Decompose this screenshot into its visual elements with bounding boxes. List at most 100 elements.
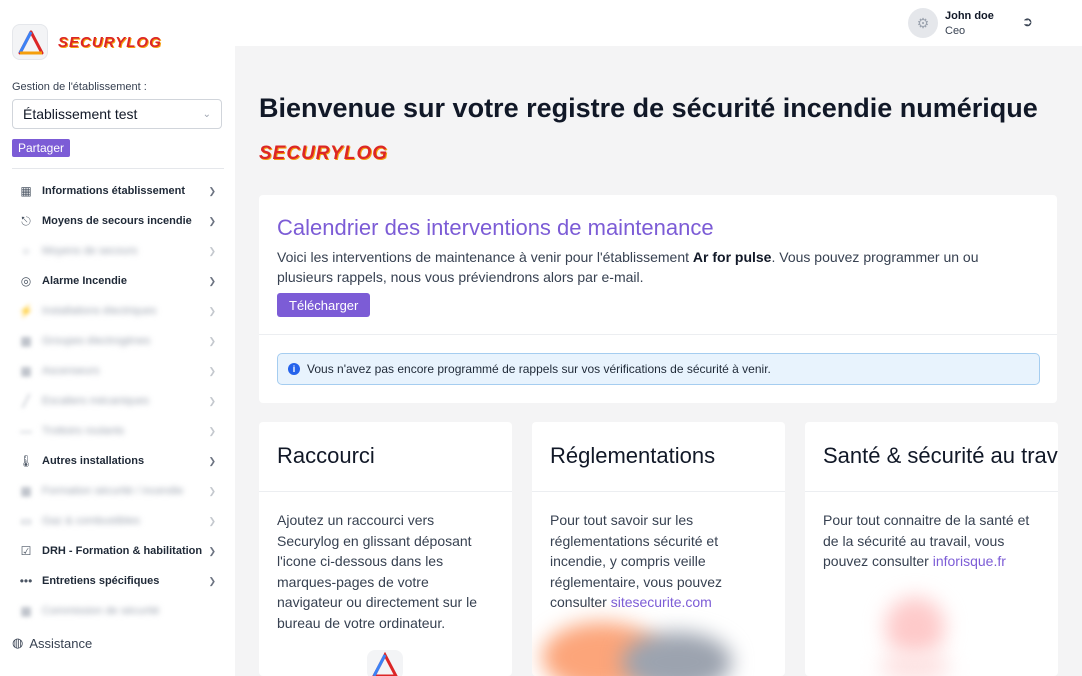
sidebar-item-drh[interactable]: ☑ DRH - Formation & habilitation ❯ — [12, 536, 224, 566]
card-text: Pour tout connaitre de la santé et de la… — [823, 510, 1038, 572]
sidebar-item-electrique[interactable]: ⚡ Installations électriques ❯ — [12, 296, 224, 326]
chevron-down-icon: ❯ — [208, 575, 216, 586]
sidebar-item-commission[interactable]: ▦ Commission de sécurité — [12, 596, 224, 626]
divider — [532, 491, 785, 492]
divider — [805, 491, 1058, 492]
sidebar-item-label: Moyens de secours incendie — [42, 215, 192, 227]
blurred-image — [880, 652, 950, 676]
sidebar-item-label: Installations électriques — [42, 305, 157, 317]
card-title: Réglementations — [550, 443, 716, 468]
chevron-down-icon: ❯ — [208, 425, 216, 436]
calendar-text-before: Voici les interventions de maintenance à… — [277, 249, 693, 265]
sidebar-item-formation[interactable]: ▦ Formation sécurité / incendie ❯ — [12, 476, 224, 506]
divider — [259, 491, 512, 492]
extinguisher-icon: ⎋ — [21, 213, 31, 228]
gas-icon: ▭ — [20, 514, 32, 528]
divider — [259, 334, 1057, 335]
thermometer-icon: 🌡 — [18, 454, 34, 468]
blurred-image — [885, 597, 945, 657]
sidebar-item-label: Informations établissement — [42, 185, 186, 197]
sidebar-item-autres[interactable]: 🌡 Autres installations ❯ — [12, 446, 224, 476]
inforisque-link[interactable]: inforisque.fr — [933, 553, 1006, 569]
chevron-down-icon: ❯ — [208, 245, 216, 256]
calendar-etab-name: Ar for pulse — [692, 249, 772, 265]
sidebar-item-escaliers[interactable]: ╱ Escaliers mécaniques ❯ — [12, 386, 224, 416]
chevron-down-icon: ❯ — [208, 215, 216, 226]
calendar-description: Voici les interventions de maintenance à… — [277, 247, 1027, 287]
assistance-label: Assistance — [29, 635, 93, 651]
chevron-down-icon: ⌄ — [202, 108, 211, 120]
chevron-down-icon: ❯ — [208, 335, 216, 346]
sidebar-item-gaz[interactable]: ▭ Gaz & combustibles ❯ — [12, 506, 224, 536]
sidebar-item-trottoirs[interactable]: — Trottoirs roulants ❯ — [12, 416, 224, 446]
sidebar-item-entretiens[interactable]: ••• Entretiens spécifiques ❯ — [12, 566, 224, 596]
chevron-down-icon: ❯ — [208, 185, 216, 196]
user-role: Ceo — [945, 25, 966, 37]
chevron-down-icon: ❯ — [208, 455, 216, 466]
commission-icon: ▦ — [20, 604, 32, 618]
sidebar-item-label: Commission de sécurité — [42, 605, 160, 617]
bolt-icon: ⚡ — [18, 304, 34, 318]
logout-icon[interactable]: ➲ — [1022, 14, 1033, 30]
logo[interactable]: SECURYLOG — [12, 24, 162, 60]
alert-text: Vous n'avez pas encore programmé de rapp… — [307, 362, 771, 376]
info-alert: i Vous n'avez pas encore programmé de ra… — [277, 353, 1040, 385]
sidebar-item-label: Groupes électrogènes — [42, 335, 151, 347]
dots-icon: ••• — [19, 574, 33, 588]
brand-name: SECURYLOG — [58, 33, 162, 51]
chevron-down-icon: ❯ — [208, 485, 216, 496]
reglementations-card: Réglementations Pour tout savoir sur les… — [532, 422, 785, 676]
escalator-icon: ╱ — [22, 394, 30, 408]
shortcut-logo-icon[interactable] — [367, 650, 403, 676]
sidebar-item-label: Escaliers mécaniques — [42, 395, 149, 407]
chevron-down-icon: ❯ — [208, 515, 216, 526]
assistance-link[interactable]: ◍ Assistance — [12, 635, 92, 651]
sidebar-item-label: Trottoirs roulants — [42, 425, 125, 437]
calendar-title: Calendrier des interventions de maintena… — [277, 215, 714, 240]
divider — [12, 168, 224, 169]
card-text: Pour tout savoir sur les réglementations… — [550, 510, 765, 613]
sidebar-item-label: Autres installations — [42, 455, 145, 467]
sidebar-item-informations[interactable]: ▦ Informations établissement ❯ — [12, 176, 224, 206]
chevron-down-icon: ❯ — [208, 545, 216, 556]
sidebar-item-label: Moyens de secours — [42, 245, 138, 257]
logo-mark-icon — [12, 24, 48, 60]
main-brand-logo: SECURYLOG — [259, 143, 389, 164]
lifebuoy-icon: ◍ — [12, 635, 24, 650]
building-icon: ▦ — [20, 184, 32, 198]
avatar[interactable]: ⚙ — [908, 8, 938, 38]
card-text: Ajoutez un raccourci vers Securylog en g… — [277, 512, 477, 631]
chevron-down-icon: ❯ — [208, 275, 216, 286]
calendar-card: Calendrier des interventions de maintena… — [259, 195, 1057, 403]
etablissement-select[interactable]: Établissement test ⌄ — [12, 99, 222, 129]
topbar — [235, 0, 1082, 46]
sidebar-item-label: Gaz & combustibles — [42, 515, 140, 527]
page-title: Bienvenue sur votre registre de sécurité… — [259, 93, 1038, 123]
walkway-icon: — — [20, 424, 32, 438]
sidebar-item-label: Formation sécurité / incendie — [42, 485, 184, 497]
sidebar-item-label: Entretiens spécifiques — [42, 575, 160, 587]
sidebar-item-ascenseurs[interactable]: ▦ Ascenseurs ❯ — [12, 356, 224, 386]
sidebar-item-groupes[interactable]: ▩ Groupes électrogènes ❯ — [12, 326, 224, 356]
download-button[interactable]: Télécharger — [277, 293, 371, 317]
raccourci-card: Raccourci Ajoutez un raccourci vers Secu… — [259, 422, 512, 676]
sidebar-item-moyens-secours-blurred[interactable]: ○ Moyens de secours ❯ — [12, 236, 224, 266]
gestion-label: Gestion de l'établissement : — [12, 81, 147, 93]
sidebar-item-label: DRH - Formation & habilitation — [42, 545, 203, 557]
generator-icon: ▩ — [20, 334, 32, 348]
card-title: Raccourci — [277, 443, 375, 468]
sidebar-nav: ▦ Informations établissement ❯ ⎋ Moyens de… — [12, 176, 224, 626]
alarm-icon: ◎ — [20, 274, 32, 288]
sidebar-item-alarme[interactable]: ◎ Alarme Incendie ❯ — [12, 266, 224, 296]
sante-securite-card: Santé & sécurité au travail Pour tout co… — [805, 422, 1058, 676]
user-name: John doe — [945, 10, 994, 22]
chevron-down-icon: ❯ — [208, 365, 216, 376]
info-icon: i — [288, 363, 300, 375]
sitesecurite-link[interactable]: sitesecurite.com — [611, 594, 712, 610]
chevron-down-icon: ❯ — [208, 305, 216, 316]
share-button[interactable]: Partager — [12, 139, 71, 157]
sidebar: SECURYLOG Gestion de l'établissement : É… — [0, 0, 235, 676]
hose-icon: ○ — [22, 244, 30, 258]
sidebar-item-moyens-secours[interactable]: ⎋ Moyens de secours incendie ❯ — [12, 206, 224, 236]
sidebar-item-label: Alarme Incendie — [42, 275, 127, 287]
